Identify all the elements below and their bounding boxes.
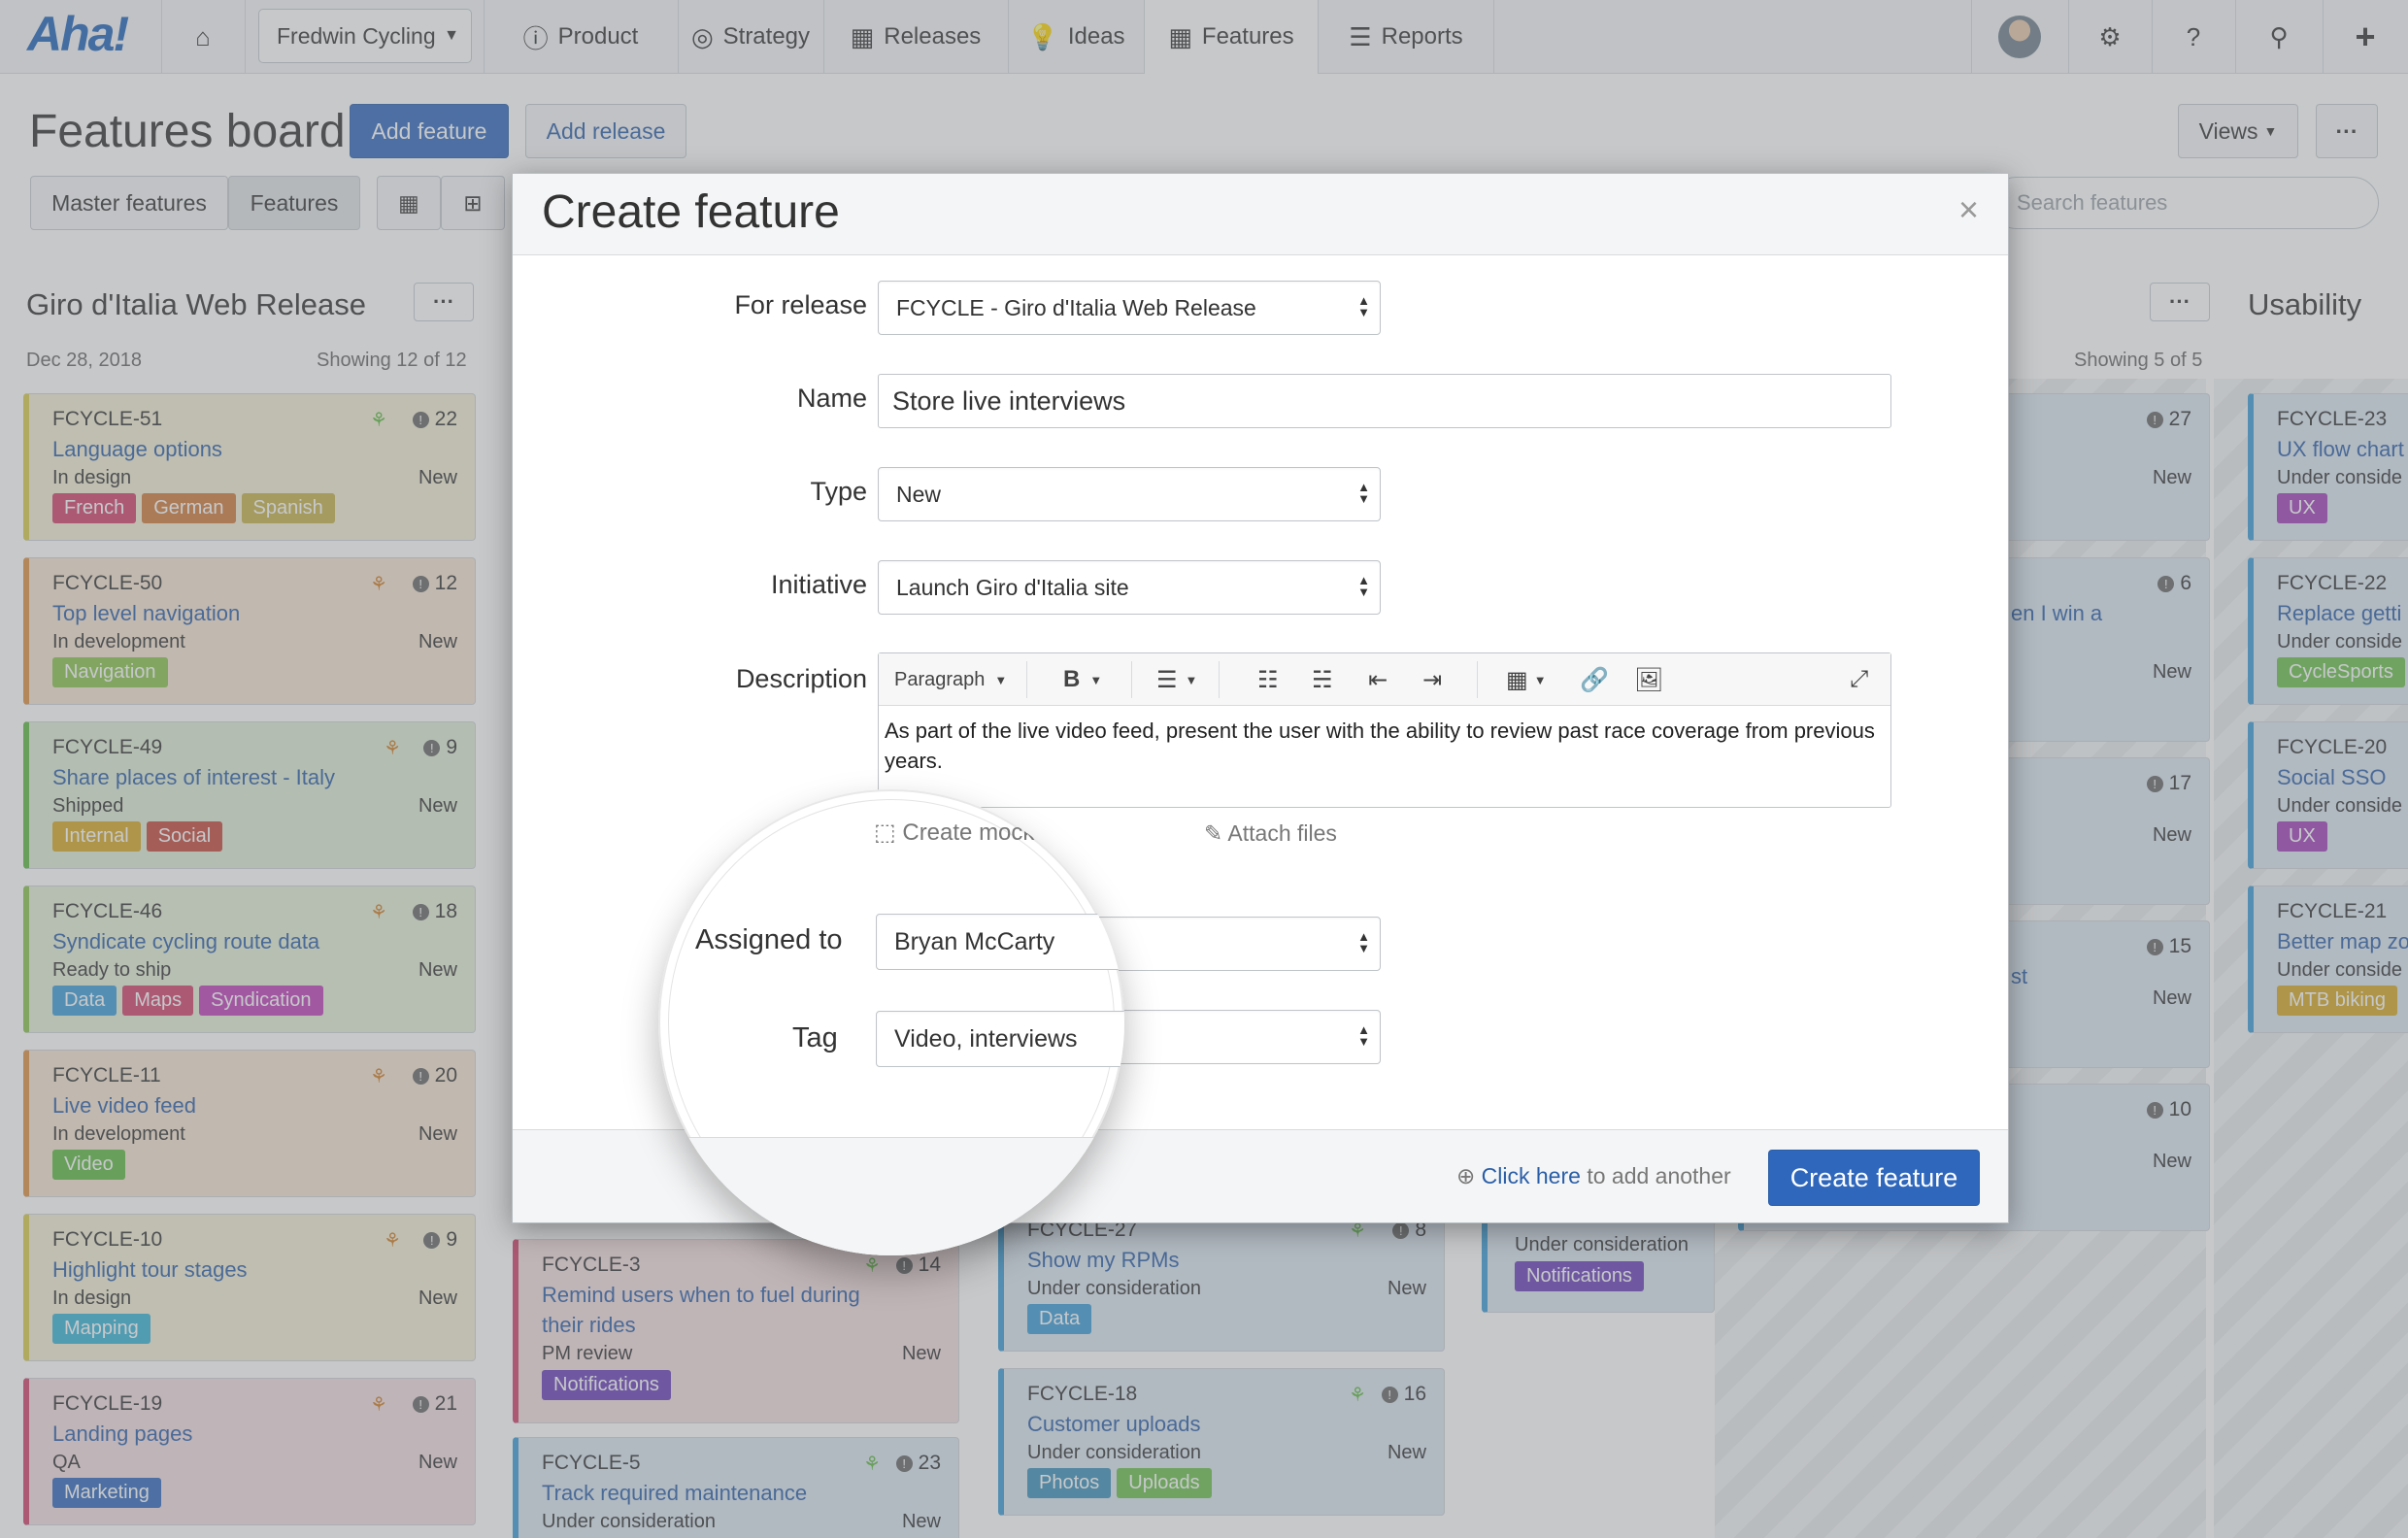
magnifier-lens: ⬚ Create mockup Assigned to Bryan McCart… bbox=[658, 789, 1124, 1255]
image-button[interactable]: 🖼 bbox=[1634, 653, 1663, 706]
paragraph-select[interactable]: Paragraph▼ bbox=[894, 653, 1007, 706]
release-select[interactable]: FCYCLE - Giro d'Italia Web Release ▲▼ bbox=[878, 281, 1381, 335]
table-button[interactable]: ▦▼ bbox=[1506, 653, 1547, 706]
select-arrows-icon: ▲▼ bbox=[1357, 931, 1370, 954]
link-button[interactable]: 🔗 bbox=[1580, 653, 1609, 706]
indent-button[interactable]: ⇥ bbox=[1422, 653, 1442, 706]
assigned-label: Assigned to bbox=[695, 924, 843, 956]
table-icon: ▦ bbox=[1506, 666, 1528, 694]
bullet-list-button[interactable]: ☷ bbox=[1257, 653, 1279, 706]
plus-circle-icon: ⊕ bbox=[1456, 1163, 1475, 1188]
paperclip-icon: ✎ bbox=[1204, 820, 1222, 846]
select-arrows-icon: ▲▼ bbox=[1357, 482, 1370, 505]
select-arrows-icon: ▲▼ bbox=[1357, 575, 1370, 598]
dialog-header: Create feature × bbox=[513, 174, 2008, 255]
description-text[interactable]: As part of the live video feed, present … bbox=[885, 716, 1885, 776]
initiative-label: Initiative bbox=[673, 570, 867, 600]
assigned-select[interactable]: Bryan McCarty bbox=[876, 914, 1124, 970]
align-button[interactable]: ☰▼ bbox=[1156, 653, 1197, 706]
caret-down-icon: ▼ bbox=[994, 673, 1007, 687]
outdent-icon: ⇤ bbox=[1368, 666, 1388, 694]
link-icon: 🔗 bbox=[1580, 666, 1609, 694]
close-icon[interactable]: × bbox=[1958, 189, 1979, 230]
description-label: Description bbox=[673, 664, 867, 694]
tag-label: Tag bbox=[792, 1022, 838, 1054]
create-mockup-label: Create mockup bbox=[902, 819, 1060, 846]
create-feature-button[interactable]: Create feature bbox=[1768, 1150, 1980, 1206]
toolbar-separator bbox=[1219, 661, 1220, 698]
outdent-button[interactable]: ⇤ bbox=[1368, 653, 1388, 706]
tag-value: Video, interviews bbox=[894, 1025, 1078, 1053]
bold-icon: B bbox=[1063, 666, 1080, 693]
indent-icon: ⇥ bbox=[1422, 666, 1442, 694]
mockup-icon: ⬚ bbox=[874, 819, 896, 846]
type-value: New bbox=[896, 482, 941, 508]
image-icon: 🖼 bbox=[1634, 666, 1663, 694]
assigned-value: Bryan McCarty bbox=[894, 928, 1054, 956]
fullscreen-button[interactable]: ⤢ bbox=[1850, 653, 1868, 706]
select-arrows-icon: ▲▼ bbox=[1357, 1024, 1370, 1048]
click-here-link[interactable]: Click here bbox=[1482, 1163, 1581, 1188]
numbered-list-button[interactable]: ☵ bbox=[1312, 653, 1333, 706]
expand-icon: ⤢ bbox=[1850, 666, 1868, 693]
description-editor[interactable]: Paragraph▼ B▼ ☰▼ ☷ ☵ ⇤ ⇥ ▦▼ 🔗 🖼 ⤢ As par… bbox=[878, 652, 1891, 808]
tag-select[interactable]: Video, interviews bbox=[876, 1011, 1124, 1067]
bold-button[interactable]: B▼ bbox=[1063, 653, 1102, 706]
numbered-list-icon: ☵ bbox=[1312, 666, 1333, 694]
create-mockup-button[interactable]: ⬚ Create mockup bbox=[874, 819, 1060, 847]
release-label: For release bbox=[673, 290, 867, 320]
toolbar-separator bbox=[1131, 661, 1132, 698]
add-another-hint: ⊕ Click here to add another bbox=[1456, 1163, 1731, 1189]
type-select[interactable]: New ▲▼ bbox=[878, 467, 1381, 521]
editor-toolbar: Paragraph▼ B▼ ☰▼ ☷ ☵ ⇤ ⇥ ▦▼ 🔗 🖼 ⤢ bbox=[879, 653, 1890, 706]
add-another-text: to add another bbox=[1587, 1163, 1730, 1188]
type-label: Type bbox=[673, 477, 867, 507]
align-left-icon: ☰ bbox=[1156, 666, 1178, 694]
name-input[interactable]: Store live interviews bbox=[878, 374, 1891, 428]
initiative-value: Launch Giro d'Italia site bbox=[896, 575, 1129, 601]
select-arrows-icon: ▲▼ bbox=[1357, 295, 1370, 318]
release-value: FCYCLE - Giro d'Italia Web Release bbox=[896, 295, 1256, 321]
attach-files-label: Attach files bbox=[1227, 820, 1337, 846]
dialog-title: Create feature bbox=[542, 185, 840, 239]
toolbar-separator bbox=[1026, 661, 1027, 698]
attach-files-button[interactable]: ✎ Attach files bbox=[1204, 820, 1337, 847]
bullet-list-icon: ☷ bbox=[1257, 666, 1279, 694]
initiative-select[interactable]: Launch Giro d'Italia site ▲▼ bbox=[878, 560, 1381, 615]
name-label: Name bbox=[673, 384, 867, 414]
footer-area bbox=[658, 1138, 1124, 1255]
toolbar-separator bbox=[1477, 661, 1478, 698]
